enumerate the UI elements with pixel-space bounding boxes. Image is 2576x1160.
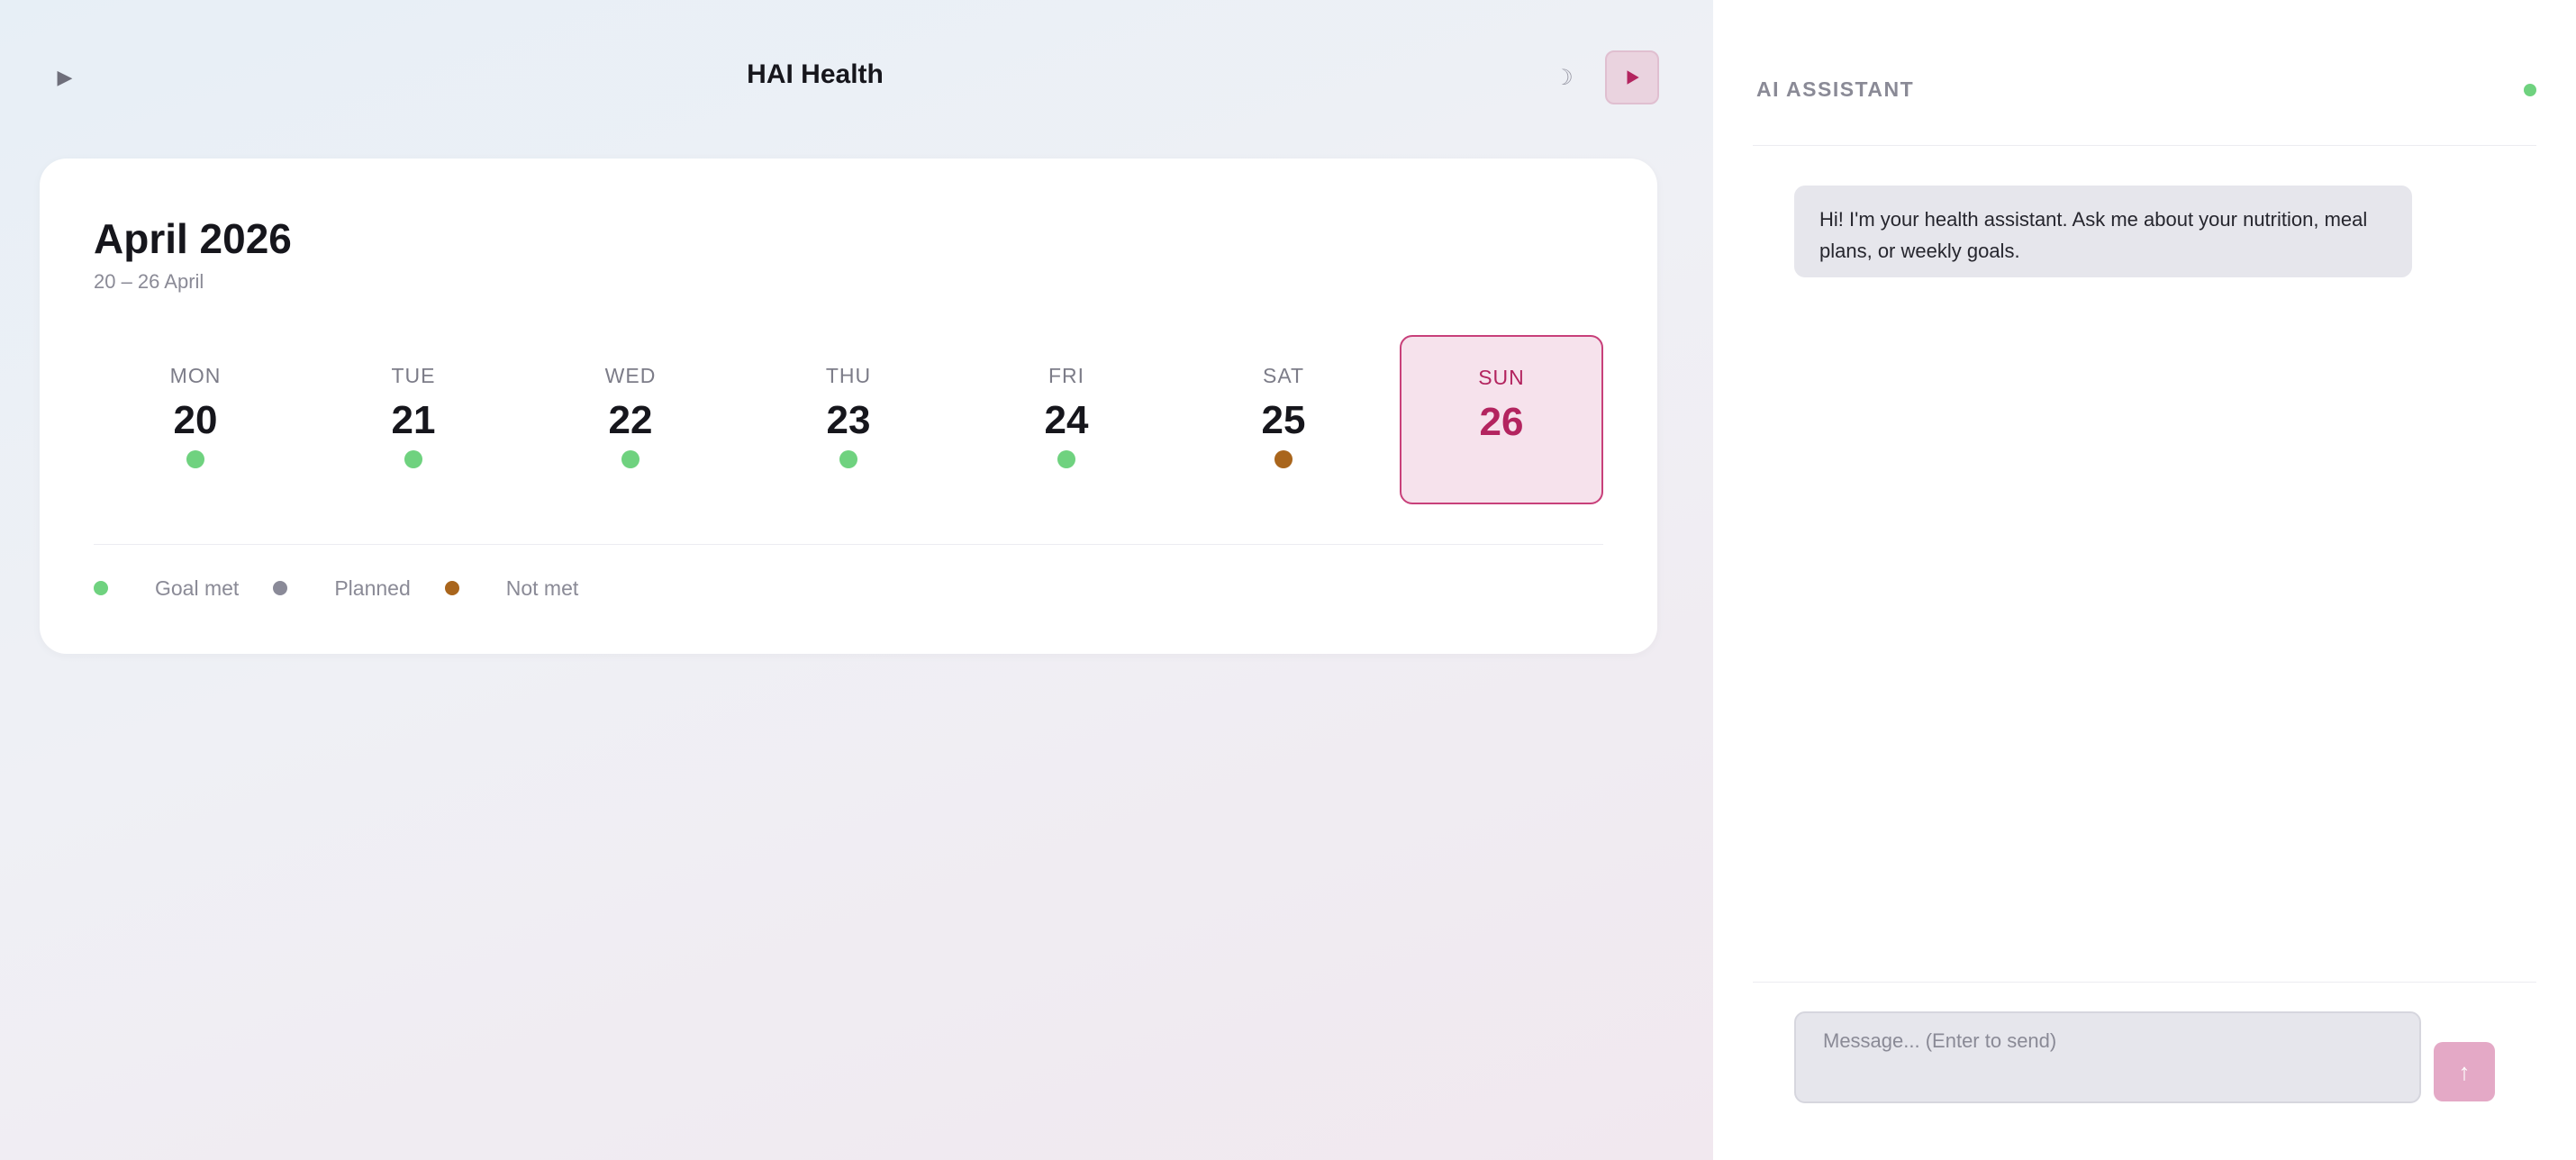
month-title: April 2026: [94, 215, 292, 262]
day-number: 21: [391, 398, 436, 442]
legend: Goal met Planned Not met: [94, 575, 612, 602]
top-bar: ▶ HAI Health ☽: [0, 0, 1713, 159]
day-name: THU: [825, 364, 872, 387]
online-status-dot: [2524, 84, 2536, 96]
message-composer: ↑: [1753, 982, 2536, 1160]
status-dot: [1274, 450, 1293, 468]
legend-not-met: Not met: [444, 575, 579, 601]
day-name: SUN: [1478, 366, 1525, 389]
app-title: HAI Health: [747, 59, 884, 89]
day-tue[interactable]: TUE 21: [312, 335, 515, 504]
status-dot: [839, 450, 857, 468]
day-wed[interactable]: WED 22: [529, 335, 732, 504]
day-number: 20: [173, 398, 218, 442]
day-number: 24: [1044, 398, 1089, 442]
assistant-panel: AI ASSISTANT Hi! I'm your health assista…: [1713, 0, 2576, 1160]
assistant-title: AI ASSISTANT: [1756, 77, 1915, 101]
send-button[interactable]: ↑: [2434, 1042, 2495, 1101]
planned-dot: [273, 581, 288, 595]
assistant-message: Hi! I'm your health assistant. Ask me ab…: [1794, 186, 2412, 277]
not-met-dot: [444, 581, 459, 595]
day-name: MON: [169, 364, 222, 387]
status-dot: [186, 450, 204, 468]
moon-icon: ☽: [1554, 65, 1574, 90]
legend-label: Goal met: [155, 575, 240, 600]
day-name: TUE: [391, 364, 436, 387]
play-icon: [1627, 70, 1639, 85]
calendar-card: April 2026 20 – 26 April MON 20 TUE 21 W…: [40, 159, 1657, 654]
day-number: 25: [1261, 398, 1306, 442]
status-dot: [404, 450, 422, 468]
divider: [94, 544, 1603, 545]
arrow-up-icon: ↑: [2458, 1057, 2471, 1085]
main-area: ▶ HAI Health ☽ April 2026 20 – 26 April …: [0, 0, 1713, 1160]
day-sat[interactable]: SAT 25: [1182, 335, 1385, 504]
theme-toggle-button[interactable]: ☽: [1549, 63, 1578, 92]
legend-goal-met: Goal met: [94, 576, 239, 601]
goal-met-dot: [94, 581, 108, 595]
day-number: 26: [1479, 400, 1524, 444]
status-dot: [621, 450, 639, 468]
legend-label: Planned: [334, 575, 411, 600]
day-thu[interactable]: THU 23: [747, 335, 950, 504]
day-number: 23: [826, 398, 871, 442]
status-dot: [1057, 450, 1075, 468]
day-name: FRI: [1048, 364, 1085, 387]
day-name: SAT: [1262, 364, 1305, 387]
day-name: WED: [604, 364, 657, 387]
legend-planned: Planned: [273, 575, 411, 601]
day-sun[interactable]: SUN 26: [1400, 335, 1603, 504]
assistant-toggle-button[interactable]: [1605, 50, 1659, 104]
assistant-header: AI ASSISTANT: [1753, 0, 2536, 146]
week-range: 20 – 26 April: [94, 270, 204, 293]
message-input[interactable]: [1794, 1011, 2421, 1103]
legend-label: Not met: [505, 575, 579, 600]
day-mon[interactable]: MON 20: [94, 335, 297, 504]
day-fri[interactable]: FRI 24: [965, 335, 1168, 504]
week-strip: MON 20 TUE 21 WED 22 THU 23 FRI 24 SAT 2…: [94, 335, 1603, 504]
day-number: 22: [608, 398, 653, 442]
